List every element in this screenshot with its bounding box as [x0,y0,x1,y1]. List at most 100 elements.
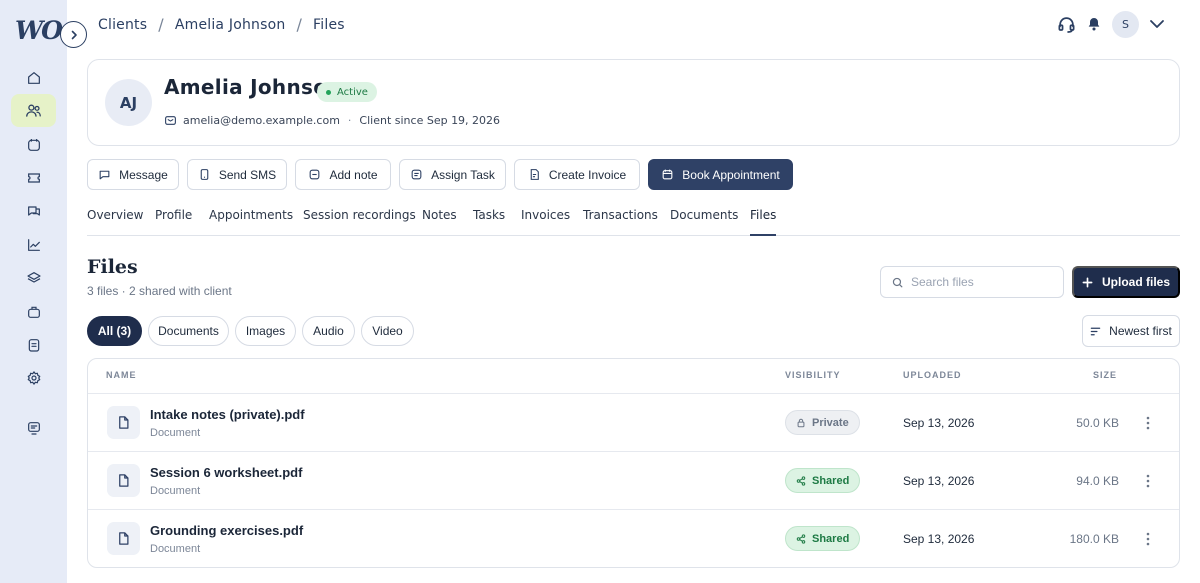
account-menu-button[interactable] [1147,14,1167,34]
note-icon [310,169,320,180]
breadcrumb-clients[interactable]: Clients [98,17,147,33]
breadcrumb-separator: / [158,15,164,34]
sidebar-item-support[interactable] [11,411,56,444]
tab-invoices[interactable]: Invoices [521,208,570,236]
sidebar-item-tasks[interactable] [11,328,56,361]
support-button[interactable] [1056,14,1076,34]
filter-images[interactable]: Images [235,316,296,346]
column-header-size[interactable]: SIZE [1093,370,1117,380]
sidebar-item-clients[interactable] [11,94,56,127]
file-type: Document [150,543,201,555]
visibility-badge[interactable]: Shared [785,526,861,551]
user-avatar[interactable]: S [1112,11,1139,38]
visibility-label: Private [812,416,849,429]
tab-transactions[interactable]: Transactions [583,208,658,236]
status-badge: Active [317,82,377,102]
bell-icon [1088,18,1100,31]
search-field[interactable] [880,266,1064,298]
visibility-label: Shared [812,474,850,487]
client-email[interactable]: amelia@demo.example.com [183,114,340,127]
create-invoice-button[interactable]: Create Invoice [514,159,640,190]
sidebar-item-reports[interactable] [11,228,56,261]
document-icon [119,532,129,545]
visibility-badge[interactable]: Private [785,410,860,435]
ticket-icon [27,172,40,183]
sidebar-item-home[interactable] [11,61,56,94]
sort-icon [1090,327,1101,335]
table-row[interactable]: Session 6 worksheet.pdf Document Shared … [88,451,1179,509]
sidebar: WO [0,0,67,583]
file-size: 50.0 KB [1076,416,1119,430]
search-icon [892,277,903,287]
sidebar-item-billing[interactable] [11,161,56,194]
gear-icon [27,370,40,385]
filter-audio[interactable]: Audio [302,316,355,346]
sidebar-item-resources[interactable] [11,261,56,294]
file-name[interactable]: Grounding exercises.pdf [150,523,303,538]
status-label: Active [337,86,368,98]
add-note-button[interactable]: Add note [295,159,391,190]
monitor-icon [27,421,40,435]
tab-profile[interactable]: Profile [155,208,192,236]
search-input[interactable] [911,275,1051,289]
message-button[interactable]: Message [87,159,179,190]
document-icon [119,416,129,429]
assign-task-button[interactable]: Assign Task [399,159,506,190]
add-note-label: Add note [329,167,378,182]
client-name: Amelia Johnson [164,75,342,99]
row-actions-button[interactable] [1139,472,1157,490]
lock-icon [797,418,805,427]
tab-overview[interactable]: Overview [87,208,144,236]
sort-label: Newest first [1109,324,1172,338]
file-size: 94.0 KB [1076,474,1119,488]
table-row[interactable]: Intake notes (private).pdf Document Priv… [88,393,1179,451]
more-vertical-icon [1146,474,1150,488]
sidebar-item-calendar[interactable] [11,128,56,161]
breadcrumb-current: Files [313,16,345,33]
create-invoice-label: Create Invoice [548,167,627,182]
breadcrumb-separator: / [296,15,303,34]
message-label: Message [119,167,168,182]
brand-logo[interactable]: WO [15,16,63,45]
tab-session-recordings[interactable]: Session recordings [303,208,416,236]
book-appointment-label: Book Appointment [682,167,780,182]
file-name[interactable]: Session 6 worksheet.pdf [150,465,302,480]
upload-files-label: Upload files [1101,275,1170,289]
column-header-visibility[interactable]: VISIBILITY [785,370,841,380]
sidebar-item-services[interactable] [11,295,56,328]
column-header-uploaded[interactable]: UPLOADED [903,370,962,380]
notifications-button[interactable] [1084,14,1104,34]
tab-files[interactable]: Files [750,208,777,236]
sidebar-item-messages[interactable] [11,194,56,227]
tab-tasks[interactable]: Tasks [473,208,505,236]
sidebar-collapse-button[interactable] [60,21,87,48]
row-actions-button[interactable] [1139,530,1157,548]
chevron-down-icon [1150,20,1164,28]
sidebar-item-settings[interactable] [11,361,56,394]
row-actions-button[interactable] [1139,414,1157,432]
share-icon [796,475,806,486]
file-type-icon [107,464,140,497]
breadcrumb-client-name[interactable]: Amelia Johnson [175,17,286,33]
filter-documents[interactable]: Documents [148,316,229,346]
status-dot-icon [326,89,331,95]
breadcrumb: Clients / Amelia Johnson / Files [98,15,345,34]
home-icon [27,71,40,84]
book-appointment-button[interactable]: Book Appointment [648,159,793,190]
send-sms-button[interactable]: Send SMS [187,159,287,190]
chat-icon [99,170,110,180]
file-name[interactable]: Intake notes (private).pdf [150,407,305,422]
visibility-badge[interactable]: Shared [785,468,861,493]
upload-files-button[interactable]: Upload files [1072,266,1180,298]
invoice-icon [530,169,539,180]
tab-appointments[interactable]: Appointments [209,208,293,236]
filter-all[interactable]: All (3) [87,316,142,346]
column-header-name[interactable]: NAME [106,370,137,380]
client-since: Client since Sep 19, 2026 [359,114,501,127]
table-row[interactable]: Grounding exercises.pdf Document Shared … [88,509,1179,567]
sort-dropdown[interactable]: Newest first [1082,315,1180,347]
tab-documents[interactable]: Documents [670,208,738,236]
page-title: Files [87,256,138,278]
tab-notes[interactable]: Notes [422,208,457,236]
filter-video[interactable]: Video [361,316,414,346]
